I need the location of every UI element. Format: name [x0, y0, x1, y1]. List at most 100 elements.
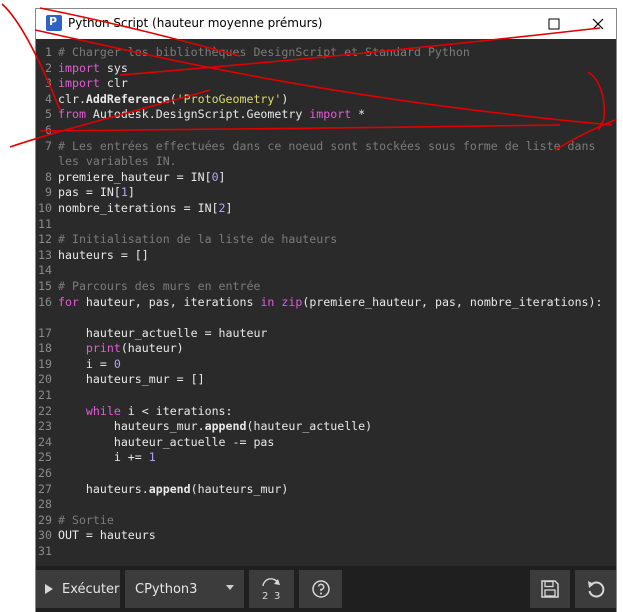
code-token: hauteurs = []	[58, 247, 149, 262]
line-number: 6	[45, 122, 52, 137]
code-line[interactable]: 27 hauteurs.append(hauteurs_mur)	[36, 482, 616, 498]
code-token: pas = IN[	[58, 185, 121, 200]
code-lines[interactable]: 1 # Charger les bibliothèques DesignScrip…	[36, 45, 616, 560]
code-line[interactable]: 13 hauteurs = []	[36, 248, 616, 264]
run-button[interactable]: Exécuter	[36, 570, 120, 608]
code-token: append	[148, 481, 191, 496]
code-token: )	[281, 91, 289, 106]
code-token: hauteurs.	[58, 481, 149, 496]
code-line[interactable]: 28	[36, 497, 616, 513]
code-line[interactable]: 20 hauteurs_mur = []	[36, 372, 616, 388]
line-number: 13	[38, 247, 52, 262]
code-line[interactable]: 6	[36, 123, 616, 139]
migrate-button[interactable]: 2 3	[249, 570, 294, 608]
code-token: in	[260, 294, 275, 309]
code-line[interactable]: 1 # Charger les bibliothèques DesignScrip…	[36, 45, 616, 61]
code-line[interactable]: 22 while i < iterations:	[36, 404, 616, 420]
code-line[interactable]: 3 import clr	[36, 76, 616, 92]
python-engine-dropdown[interactable]: CPython3	[125, 570, 244, 608]
chevron-down-icon	[226, 585, 234, 590]
code-line[interactable]: 11	[36, 217, 616, 233]
code-text: # Initialisation de la liste de hauteurs	[58, 232, 608, 248]
code-text: # Charger les bibliothèques DesignScript…	[58, 45, 608, 61]
code-line[interactable]: 21	[36, 388, 616, 404]
code-token: 'ProtoGeometry'	[176, 91, 282, 106]
code-line[interactable]: 9 pas = IN[1]	[36, 185, 616, 201]
code-token: clr	[99, 76, 128, 91]
code-token: nombre_iterations = IN[	[58, 200, 219, 215]
code-token: # Sortie	[58, 512, 114, 527]
code-token: clr.	[58, 91, 86, 106]
code-text: i = 0	[58, 357, 608, 373]
code-line[interactable]: 16 for hauteur, pas, iterations in zip(pr…	[36, 295, 616, 326]
code-line[interactable]: 24 hauteur_actuelle -= pas	[36, 435, 616, 451]
code-token: 1	[148, 450, 156, 465]
line-number: 17	[38, 325, 52, 340]
code-line[interactable]: 26	[36, 466, 616, 482]
code-token: i +=	[58, 450, 149, 465]
code-token: ]	[127, 185, 135, 200]
code-text: # Les entrées effectuées dans ce noeud s…	[58, 139, 608, 170]
help-button[interactable]	[299, 570, 342, 608]
code-line[interactable]: 19 i = 0	[36, 357, 616, 373]
migrate-label-bottom: 3	[274, 591, 280, 602]
line-number: 29	[38, 512, 52, 527]
code-token: # Initialisation de la liste de hauteurs	[58, 232, 338, 247]
code-line[interactable]: 7 # Les entrées effectuées dans ce noeud …	[36, 139, 616, 170]
code-text: i += 1	[58, 450, 608, 466]
code-token: sys	[99, 60, 128, 75]
line-number: 18	[38, 341, 52, 356]
code-line[interactable]: 29 # Sortie	[36, 513, 616, 529]
code-line[interactable]: 12 # Initialisation de la liste de hauteu…	[36, 232, 616, 248]
line-number: 21	[38, 388, 52, 403]
code-text: hauteur_actuelle = hauteur	[58, 326, 608, 342]
code-text: OUT = hauteurs	[58, 528, 608, 544]
line-number: 23	[38, 419, 52, 434]
code-line[interactable]: 15 # Parcours des murs en entrée	[36, 279, 616, 295]
code-line[interactable]: 18 print(hauteur)	[36, 341, 616, 357]
code-token: (	[169, 91, 177, 106]
code-token: for	[58, 294, 79, 309]
code-line[interactable]: 14	[36, 263, 616, 279]
engine-selected-value: CPython3	[135, 581, 198, 597]
save-button[interactable]	[530, 570, 570, 608]
code-line[interactable]: 10 nombre_iterations = IN[2]	[36, 201, 616, 217]
line-number: 22	[38, 403, 52, 418]
code-token: hauteurs_mur.	[58, 419, 205, 434]
code-line[interactable]: 5 from Autodesk.DesignScript.Geometry imp…	[36, 107, 616, 123]
close-button[interactable]	[586, 13, 610, 35]
code-token: i < iterations:	[120, 403, 233, 418]
close-icon	[592, 18, 604, 30]
code-token: (premiere_hauteur, pas, nombre_iteration…	[302, 294, 603, 309]
python-script-window: P Python Script (hauteur moyenne prémurs…	[35, 8, 617, 612]
code-token: hauteurs_mur = []	[58, 372, 205, 387]
undo-icon	[587, 581, 604, 598]
code-editor[interactable]: 1 # Charger les bibliothèques DesignScrip…	[36, 39, 616, 566]
line-number: 5	[45, 107, 52, 122]
code-line[interactable]: 8 premiere_hauteur = IN[0]	[36, 170, 616, 186]
play-icon	[45, 584, 53, 594]
code-line[interactable]: 25 i += 1	[36, 450, 616, 466]
code-line[interactable]: 4 clr.AddReference('ProtoGeometry')	[36, 92, 616, 108]
code-text: hauteurs_mur = []	[58, 372, 608, 388]
code-line[interactable]: 31	[36, 544, 616, 560]
code-token: Autodesk.DesignScript.Geometry	[85, 107, 310, 122]
help-icon	[311, 580, 330, 598]
migrate-icon: 2 3	[262, 578, 280, 602]
maximize-button[interactable]	[542, 13, 566, 35]
line-number: 2	[45, 60, 52, 75]
run-label: Exécuter	[62, 581, 120, 597]
line-number: 4	[45, 91, 52, 106]
code-line[interactable]: 2 import sys	[36, 61, 616, 77]
revert-button[interactable]	[575, 570, 616, 608]
code-line[interactable]: 23 hauteurs_mur.append(hauteur_actuelle)	[36, 419, 616, 435]
code-line[interactable]: 17 hauteur_actuelle = hauteur	[36, 326, 616, 342]
code-token: append	[204, 419, 247, 434]
code-text: hauteurs.append(hauteurs_mur)	[58, 482, 608, 498]
line-number: 20	[38, 372, 52, 387]
code-token: # Les entrées effectuées dans ce noeud s…	[58, 138, 603, 169]
code-line[interactable]: 30 OUT = hauteurs	[36, 528, 616, 544]
line-number: 3	[45, 76, 52, 91]
line-number: 10	[38, 200, 52, 215]
